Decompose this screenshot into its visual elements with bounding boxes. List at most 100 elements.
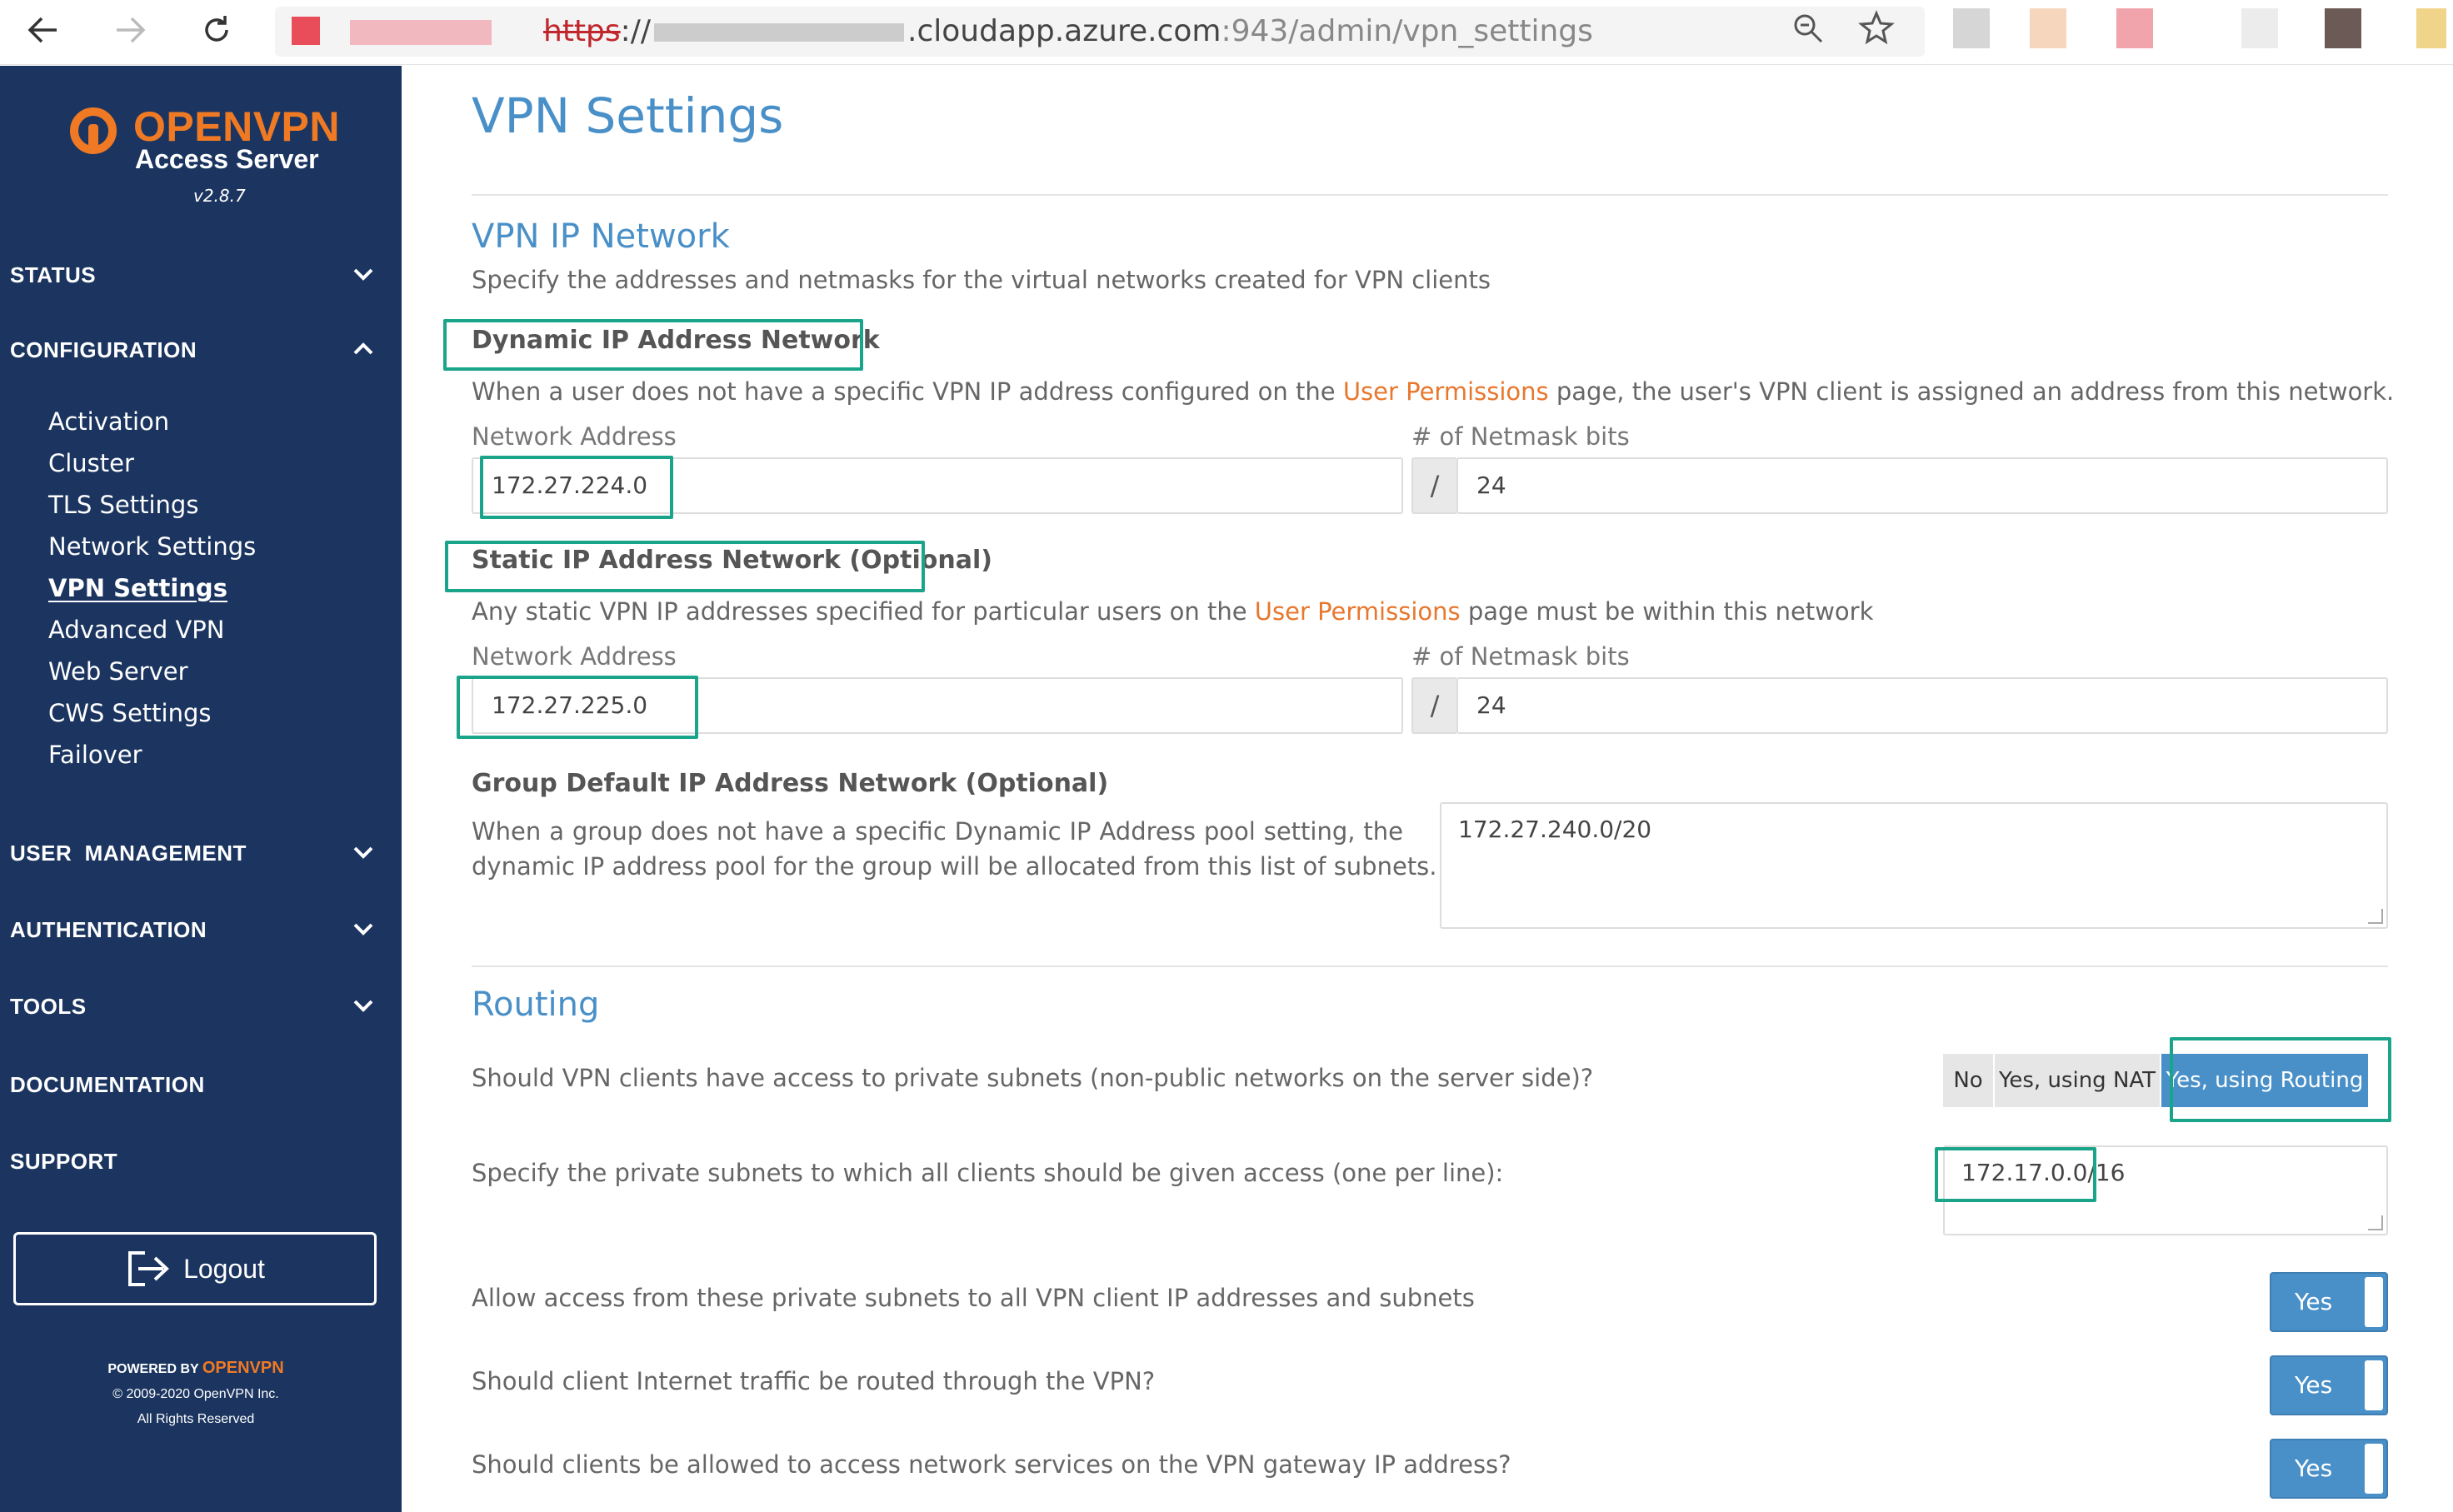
- back-arrow-icon[interactable]: [20, 7, 67, 53]
- copyright: © 2009-2020 OpenVPN Inc.: [112, 1387, 279, 1401]
- browser-toolbar: https:// .cloudapp.azure.com:943/admin/vp…: [0, 0, 2453, 65]
- zoom-icon[interactable]: [1791, 12, 1825, 53]
- user-permissions-link[interactable]: User Permissions: [1343, 377, 1549, 406]
- url-text[interactable]: https:// .cloudapp.azure.com:943/admin/vp…: [543, 13, 1593, 50]
- sidebar-item-activation[interactable]: Activation: [48, 407, 169, 436]
- nav-section-label: TOOLS: [10, 993, 87, 1019]
- divider: [472, 966, 2388, 967]
- extension-icon[interactable]: [1953, 8, 1990, 48]
- logout-button[interactable]: Logout: [13, 1232, 377, 1305]
- nav-section-configuration[interactable]: CONFIGURATION: [10, 331, 387, 369]
- version-label: v2.8.7: [193, 186, 246, 206]
- nav-section-label: USER MANAGEMENT: [10, 840, 247, 866]
- nav-section-label: STATUS: [10, 262, 97, 287]
- internet-traffic-toggle[interactable]: Yes: [2270, 1355, 2388, 1415]
- private-subnets-question: Specify the private subnets to which all…: [472, 1159, 1504, 1187]
- chevron-down-icon: [353, 268, 373, 281]
- extension-icon[interactable]: [2241, 8, 2278, 48]
- url-port: :943: [1221, 14, 1289, 48]
- group-default-description-line2: dynamic IP address pool for the group wi…: [472, 852, 1437, 881]
- dynamic-netmask-input[interactable]: 24: [1456, 457, 2388, 514]
- resize-grip-icon[interactable]: [2368, 909, 2383, 924]
- netmask-label: # of Netmask bits: [1411, 642, 1630, 671]
- openvpn-logo[interactable]: OPENVPN Access Server v2.8.7: [70, 102, 340, 236]
- sidebar-item-web-server[interactable]: Web Server: [48, 657, 188, 686]
- static-netmask-input[interactable]: 24: [1456, 677, 2388, 734]
- chevron-down-icon: [353, 1000, 373, 1012]
- static-network-description: Any static VPN IP addresses specified fo…: [472, 597, 1874, 626]
- profile-avatar[interactable]: [2325, 8, 2361, 48]
- main-content: VPN Settings VPN IP Network Specify the …: [402, 66, 2453, 1512]
- logout-icon: [128, 1251, 170, 1286]
- allow-access-toggle[interactable]: Yes: [2270, 1272, 2388, 1332]
- nav-section-label: SUPPORT: [10, 1148, 118, 1174]
- highlight-box: [443, 319, 863, 371]
- group-default-subnets-textarea[interactable]: 172.27.240.0/20: [1440, 802, 2388, 929]
- internet-traffic-question: Should client Internet traffic be routed…: [472, 1367, 1156, 1395]
- group-default-title: Group Default IP Address Network (Option…: [472, 769, 1109, 798]
- toggle-knob: [2365, 1360, 2383, 1410]
- network-address-label: Network Address: [472, 642, 677, 671]
- sidebar-item-cws-settings[interactable]: CWS Settings: [48, 699, 212, 727]
- sidebar-item-tls-settings[interactable]: TLS Settings: [48, 491, 198, 519]
- toggle-knob: [2365, 1277, 2383, 1327]
- nav-section-tools[interactable]: TOOLS: [10, 987, 387, 1025]
- openvpn-logo-icon: [70, 107, 117, 154]
- toggle-label: Yes: [2295, 1455, 2333, 1482]
- address-bar[interactable]: https:// .cloudapp.azure.com:943/admin/vp…: [275, 7, 1925, 57]
- extension-icon[interactable]: [2030, 8, 2066, 48]
- netmask-prefix: /: [1411, 677, 1456, 734]
- section-title-vpn-ip-network: VPN IP Network: [472, 217, 730, 256]
- extension-icon[interactable]: [2116, 8, 2153, 48]
- nav-section-user-management[interactable]: USER MANAGEMENT: [10, 834, 387, 872]
- rights-reserved: All Rights Reserved: [137, 1412, 255, 1426]
- toggle-knob: [2365, 1444, 2383, 1494]
- group-default-description-line1: When a group does not have a specific Dy…: [472, 817, 1403, 846]
- user-permissions-link[interactable]: User Permissions: [1255, 597, 1461, 626]
- page-title: VPN Settings: [472, 87, 784, 144]
- toggle-label: Yes: [2295, 1371, 2333, 1399]
- site-favicon-icon: [292, 17, 320, 45]
- chevron-up-icon: [353, 342, 373, 355]
- nav-section-documentation[interactable]: DOCUMENTATION: [10, 1065, 387, 1104]
- gateway-services-toggle[interactable]: Yes: [2270, 1439, 2388, 1499]
- highlight-box: [480, 456, 673, 519]
- extension-icon[interactable]: [2416, 8, 2446, 48]
- chevron-down-icon: [353, 923, 373, 936]
- highlight-box: [2170, 1037, 2391, 1122]
- url-separator: ://: [620, 14, 652, 48]
- section-title-routing: Routing: [472, 986, 600, 1024]
- divider: [472, 194, 2388, 196]
- sidebar-item-failover[interactable]: Failover: [48, 741, 142, 769]
- sidebar-item-cluster[interactable]: Cluster: [48, 449, 134, 477]
- highlight-box: [457, 676, 698, 739]
- favorite-star-icon[interactable]: [1858, 10, 1895, 56]
- nav-section-label: AUTHENTICATION: [10, 916, 207, 942]
- highlight-box: [445, 541, 925, 592]
- powered-by: POWERED BY OPENVPN: [107, 1359, 284, 1377]
- sidebar-footer: POWERED BY OPENVPN © 2009-2020 OpenVPN I…: [0, 1355, 392, 1432]
- sidebar-item-vpn-settings[interactable]: VPN Settings: [48, 574, 227, 602]
- nav-section-status[interactable]: STATUS: [10, 256, 387, 294]
- blurred-host: [654, 23, 905, 42]
- nav-section-label: DOCUMENTATION: [10, 1071, 205, 1097]
- sidebar: OPENVPN Access Server v2.8.7 STATUS CONF…: [0, 66, 402, 1512]
- routing-option-nat[interactable]: Yes, using NAT: [1995, 1054, 2161, 1107]
- sidebar-item-advanced-vpn[interactable]: Advanced VPN: [48, 616, 224, 644]
- allow-access-question: Allow access from these private subnets …: [472, 1284, 1475, 1312]
- resize-grip-icon[interactable]: [2368, 1215, 2383, 1230]
- routing-option-no[interactable]: No: [1943, 1054, 1995, 1107]
- netmask-label: # of Netmask bits: [1411, 422, 1630, 451]
- private-access-question: Should VPN clients have access to privat…: [472, 1064, 1594, 1092]
- reload-icon[interactable]: [193, 7, 240, 53]
- group-default-subnets-value: 172.27.240.0/20: [1458, 816, 1652, 843]
- network-address-label: Network Address: [472, 422, 677, 451]
- nav-section-authentication[interactable]: AUTHENTICATION: [10, 911, 387, 949]
- highlight-box: [1935, 1147, 2096, 1202]
- nav-section-support[interactable]: SUPPORT: [10, 1142, 387, 1180]
- dynamic-network-description: When a user does not have a specific VPN…: [472, 377, 2395, 406]
- sidebar-item-network-settings[interactable]: Network Settings: [48, 532, 256, 561]
- blurred-tab-text: [350, 20, 492, 45]
- brand-subtitle: Access Server: [135, 144, 319, 174]
- forward-arrow-icon[interactable]: [107, 7, 153, 53]
